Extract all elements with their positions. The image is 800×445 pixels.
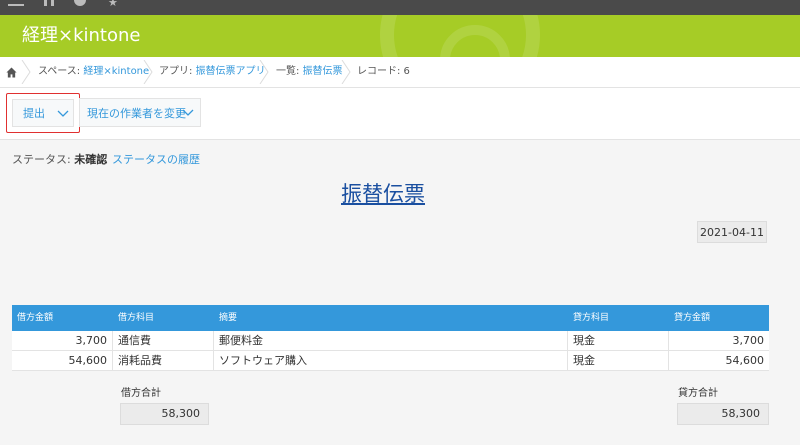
breadcrumb-link[interactable]: 振替伝票アプリ [196, 66, 266, 77]
breadcrumb-separator [143, 60, 153, 84]
table-row: 54,600 消耗品費 ソフトウェア購入 現金 54,600 [12, 351, 769, 371]
credit-account-cell: 現金 [568, 331, 669, 351]
column-header: 摘要 [219, 313, 238, 323]
breadcrumb-space[interactable]: スペース: 経理×kintone [38, 66, 149, 78]
chevron-down-icon [182, 109, 194, 116]
change-assignee-button[interactable]: 現在の作業者を変更 [79, 98, 201, 127]
submit-highlight-frame: 提出 [6, 93, 80, 133]
description-cell: ソフトウェア購入 [214, 351, 568, 371]
column-header: 借方科目 [118, 313, 155, 323]
date-field: 2021-04-11 [697, 221, 767, 243]
status-indicator: ステータス: 未確認 [12, 153, 107, 166]
home-icon[interactable] [44, 0, 54, 6]
status-label: ステータス: [12, 153, 75, 166]
submit-button[interactable]: 提出 [12, 99, 74, 127]
home-icon[interactable] [6, 67, 17, 78]
submit-button-label: 提出 [23, 107, 45, 120]
table-header: 借方金額 借方科目 摘要 貸方科目 貸方金額 [12, 305, 769, 331]
column-header: 貸方科目 [573, 313, 610, 323]
action-toolbar: 提出 現在の作業者を変更 [0, 88, 800, 140]
breadcrumb-label: スペース: [38, 66, 84, 77]
app-title: 経理×kintone [22, 25, 141, 46]
bell-icon[interactable] [74, 0, 86, 6]
menu-icon[interactable] [8, 4, 24, 6]
breadcrumb-separator [341, 60, 351, 84]
status-history-link[interactable]: ステータスの履歴 [112, 153, 200, 166]
column-header: 借方金額 [17, 313, 54, 323]
credit-account-cell: 現金 [568, 351, 669, 371]
breadcrumb: スペース: 経理×kintone アプリ: 振替伝票アプリ 一覧: 振替伝票 レ… [0, 57, 800, 88]
top-nav-bar: ★ [0, 0, 800, 15]
credit-amount-cell: 54,600 [725, 354, 765, 367]
debit-account-cell: 消耗品費 [113, 351, 214, 371]
breadcrumb-label: 一覧: [276, 66, 303, 77]
space-header: 経理×kintone [0, 15, 800, 57]
breadcrumb-link[interactable]: 経理×kintone [83, 66, 149, 77]
credit-amount-cell: 3,700 [732, 334, 765, 347]
breadcrumb-record: レコード: 6 [357, 66, 410, 77]
chevron-down-icon [57, 110, 69, 117]
breadcrumb-separator [21, 60, 31, 84]
status-value: 未確認 [74, 153, 108, 166]
change-assignee-label: 現在の作業者を変更 [87, 106, 186, 120]
column-header: 貸方金額 [674, 313, 711, 323]
table-row: 3,700 通信費 郵便料金 現金 3,700 [12, 331, 769, 351]
debit-amount-cell: 3,700 [12, 331, 113, 351]
description-cell: 郵便料金 [214, 331, 568, 351]
breadcrumb-app[interactable]: アプリ: 振替伝票アプリ [159, 66, 266, 78]
breadcrumb-separator [259, 60, 269, 84]
breadcrumb-link[interactable]: 振替伝票 [303, 66, 343, 77]
star-icon[interactable]: ★ [108, 0, 118, 8]
debit-total-label: 借方合計 [121, 388, 161, 399]
journal-table: 借方金額 借方科目 摘要 貸方科目 貸方金額 3,700 通信費 郵便料金 現金… [12, 305, 769, 371]
debit-amount-cell: 54,600 [12, 351, 113, 371]
breadcrumb-list[interactable]: 一覧: 振替伝票 [276, 66, 343, 78]
debit-total-field: 58,300 [120, 403, 209, 425]
form-title: 振替伝票 [341, 182, 425, 206]
breadcrumb-label: アプリ: [159, 66, 196, 77]
credit-total-field: 58,300 [677, 403, 769, 425]
debit-account-cell: 通信費 [113, 331, 214, 351]
credit-total-label: 貸方合計 [678, 388, 718, 399]
